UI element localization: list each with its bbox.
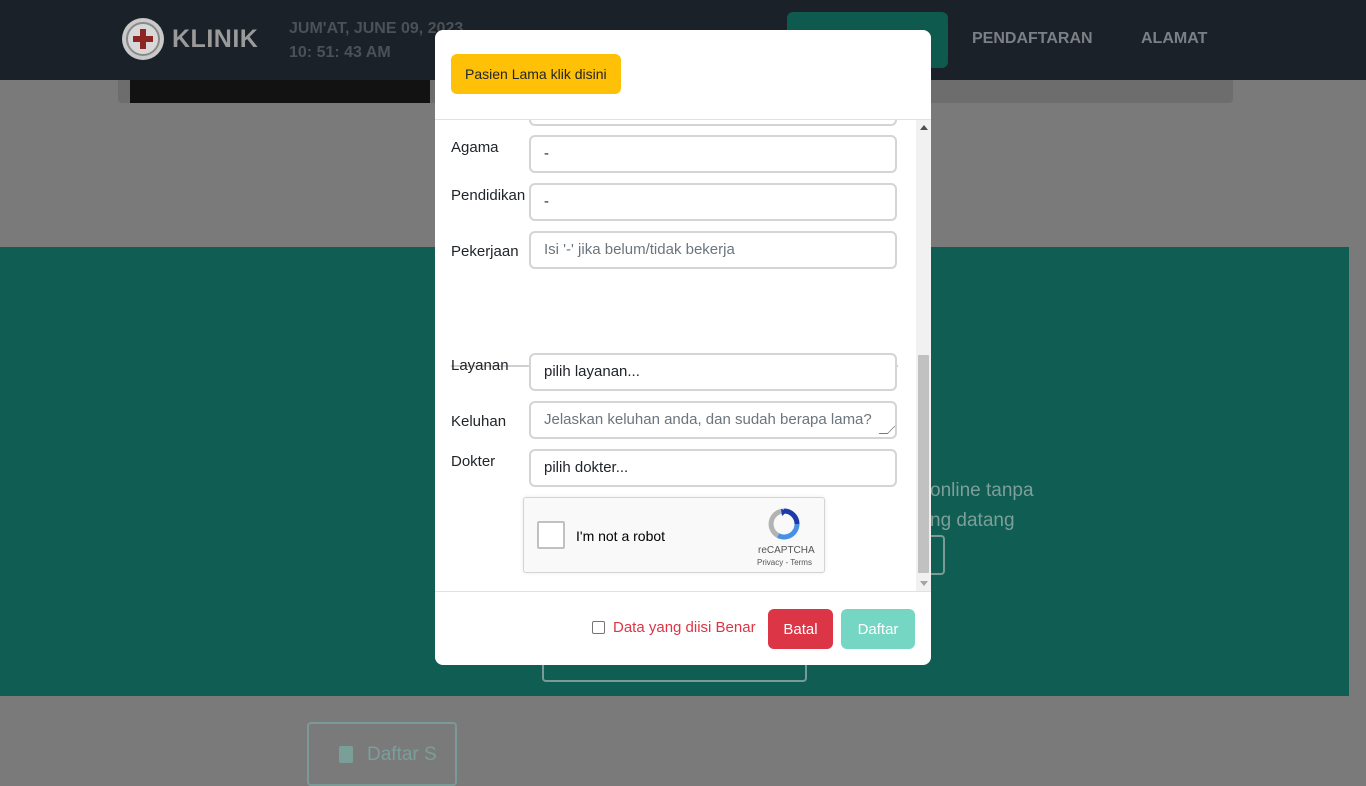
pendidikan-label: Pendidikan [451, 187, 526, 204]
clinic-logo [122, 18, 164, 60]
scroll-up-icon[interactable] [920, 125, 928, 130]
pekerjaan-label: Pekerjaan [451, 243, 519, 260]
background-text-line1: online tanpa [930, 480, 1034, 501]
agama-label: Agama [451, 139, 499, 156]
modal-body: Agama - Pendidikan - Pekerjaan Isi '-' j… [435, 120, 931, 591]
brand-name: KLINIK [172, 24, 259, 53]
brand[interactable]: KLINIK [122, 17, 258, 61]
background-text-line2: ng datang [930, 510, 1015, 531]
submit-button[interactable]: Daftar [841, 609, 915, 649]
modal-scrollbar[interactable] [916, 120, 931, 591]
pekerjaan-input[interactable]: Isi '-' jika belum/tidak bekerja [529, 231, 897, 269]
cancel-button[interactable]: Batal [768, 609, 833, 649]
confirm-checkbox[interactable] [592, 621, 605, 634]
recaptcha-label: I'm not a robot [576, 528, 666, 544]
recaptcha-brand: reCAPTCHA [758, 545, 815, 556]
recaptcha-checkbox[interactable] [537, 521, 565, 549]
recaptcha-privacy-terms[interactable]: Privacy - Terms [757, 558, 812, 567]
resize-handle-icon[interactable] [878, 425, 895, 434]
recaptcha-logo-icon [768, 508, 800, 540]
scroll-thumb[interactable] [918, 355, 929, 573]
scroll-down-icon[interactable] [920, 581, 928, 586]
nav-link-pendaftaran[interactable]: PENDAFTARAN [972, 30, 1093, 48]
recaptcha-widget: I'm not a robot reCAPTCHA Privacy - Term… [523, 497, 825, 573]
old-patient-button[interactable]: Pasien Lama klik disini [451, 54, 621, 94]
keluhan-placeholder: Jelaskan keluhan anda, dan sudah berapa … [544, 411, 872, 428]
page-scrollbar[interactable] [1349, 247, 1366, 696]
modal-header: Pasien Lama klik disini [435, 30, 931, 120]
background-register-label: Daftar S [367, 744, 437, 765]
nav-link-alamat[interactable]: ALAMAT [1141, 30, 1207, 48]
keluhan-textarea[interactable]: Jelaskan keluhan anda, dan sudah berapa … [529, 401, 897, 439]
dokter-select[interactable]: pilih dokter... [529, 449, 897, 487]
layanan-select[interactable]: pilih layanan... [529, 353, 897, 391]
confirm-data: Data yang diisi Benar [592, 619, 756, 636]
previous-field[interactable] [529, 120, 897, 126]
modal-footer: Data yang diisi Benar Batal Daftar [435, 591, 931, 665]
book-icon [339, 746, 353, 763]
confirm-label[interactable]: Data yang diisi Benar [613, 619, 756, 636]
registration-modal: Pasien Lama klik disini Agama - Pendidik… [435, 30, 931, 665]
layanan-label: Layanan [451, 357, 509, 374]
background-register-button[interactable]: Daftar S [307, 722, 457, 786]
dokter-label: Dokter [451, 453, 496, 470]
agama-select[interactable]: - [529, 135, 897, 173]
keluhan-label: Keluhan [451, 413, 507, 430]
pendidikan-select[interactable]: - [529, 183, 897, 221]
